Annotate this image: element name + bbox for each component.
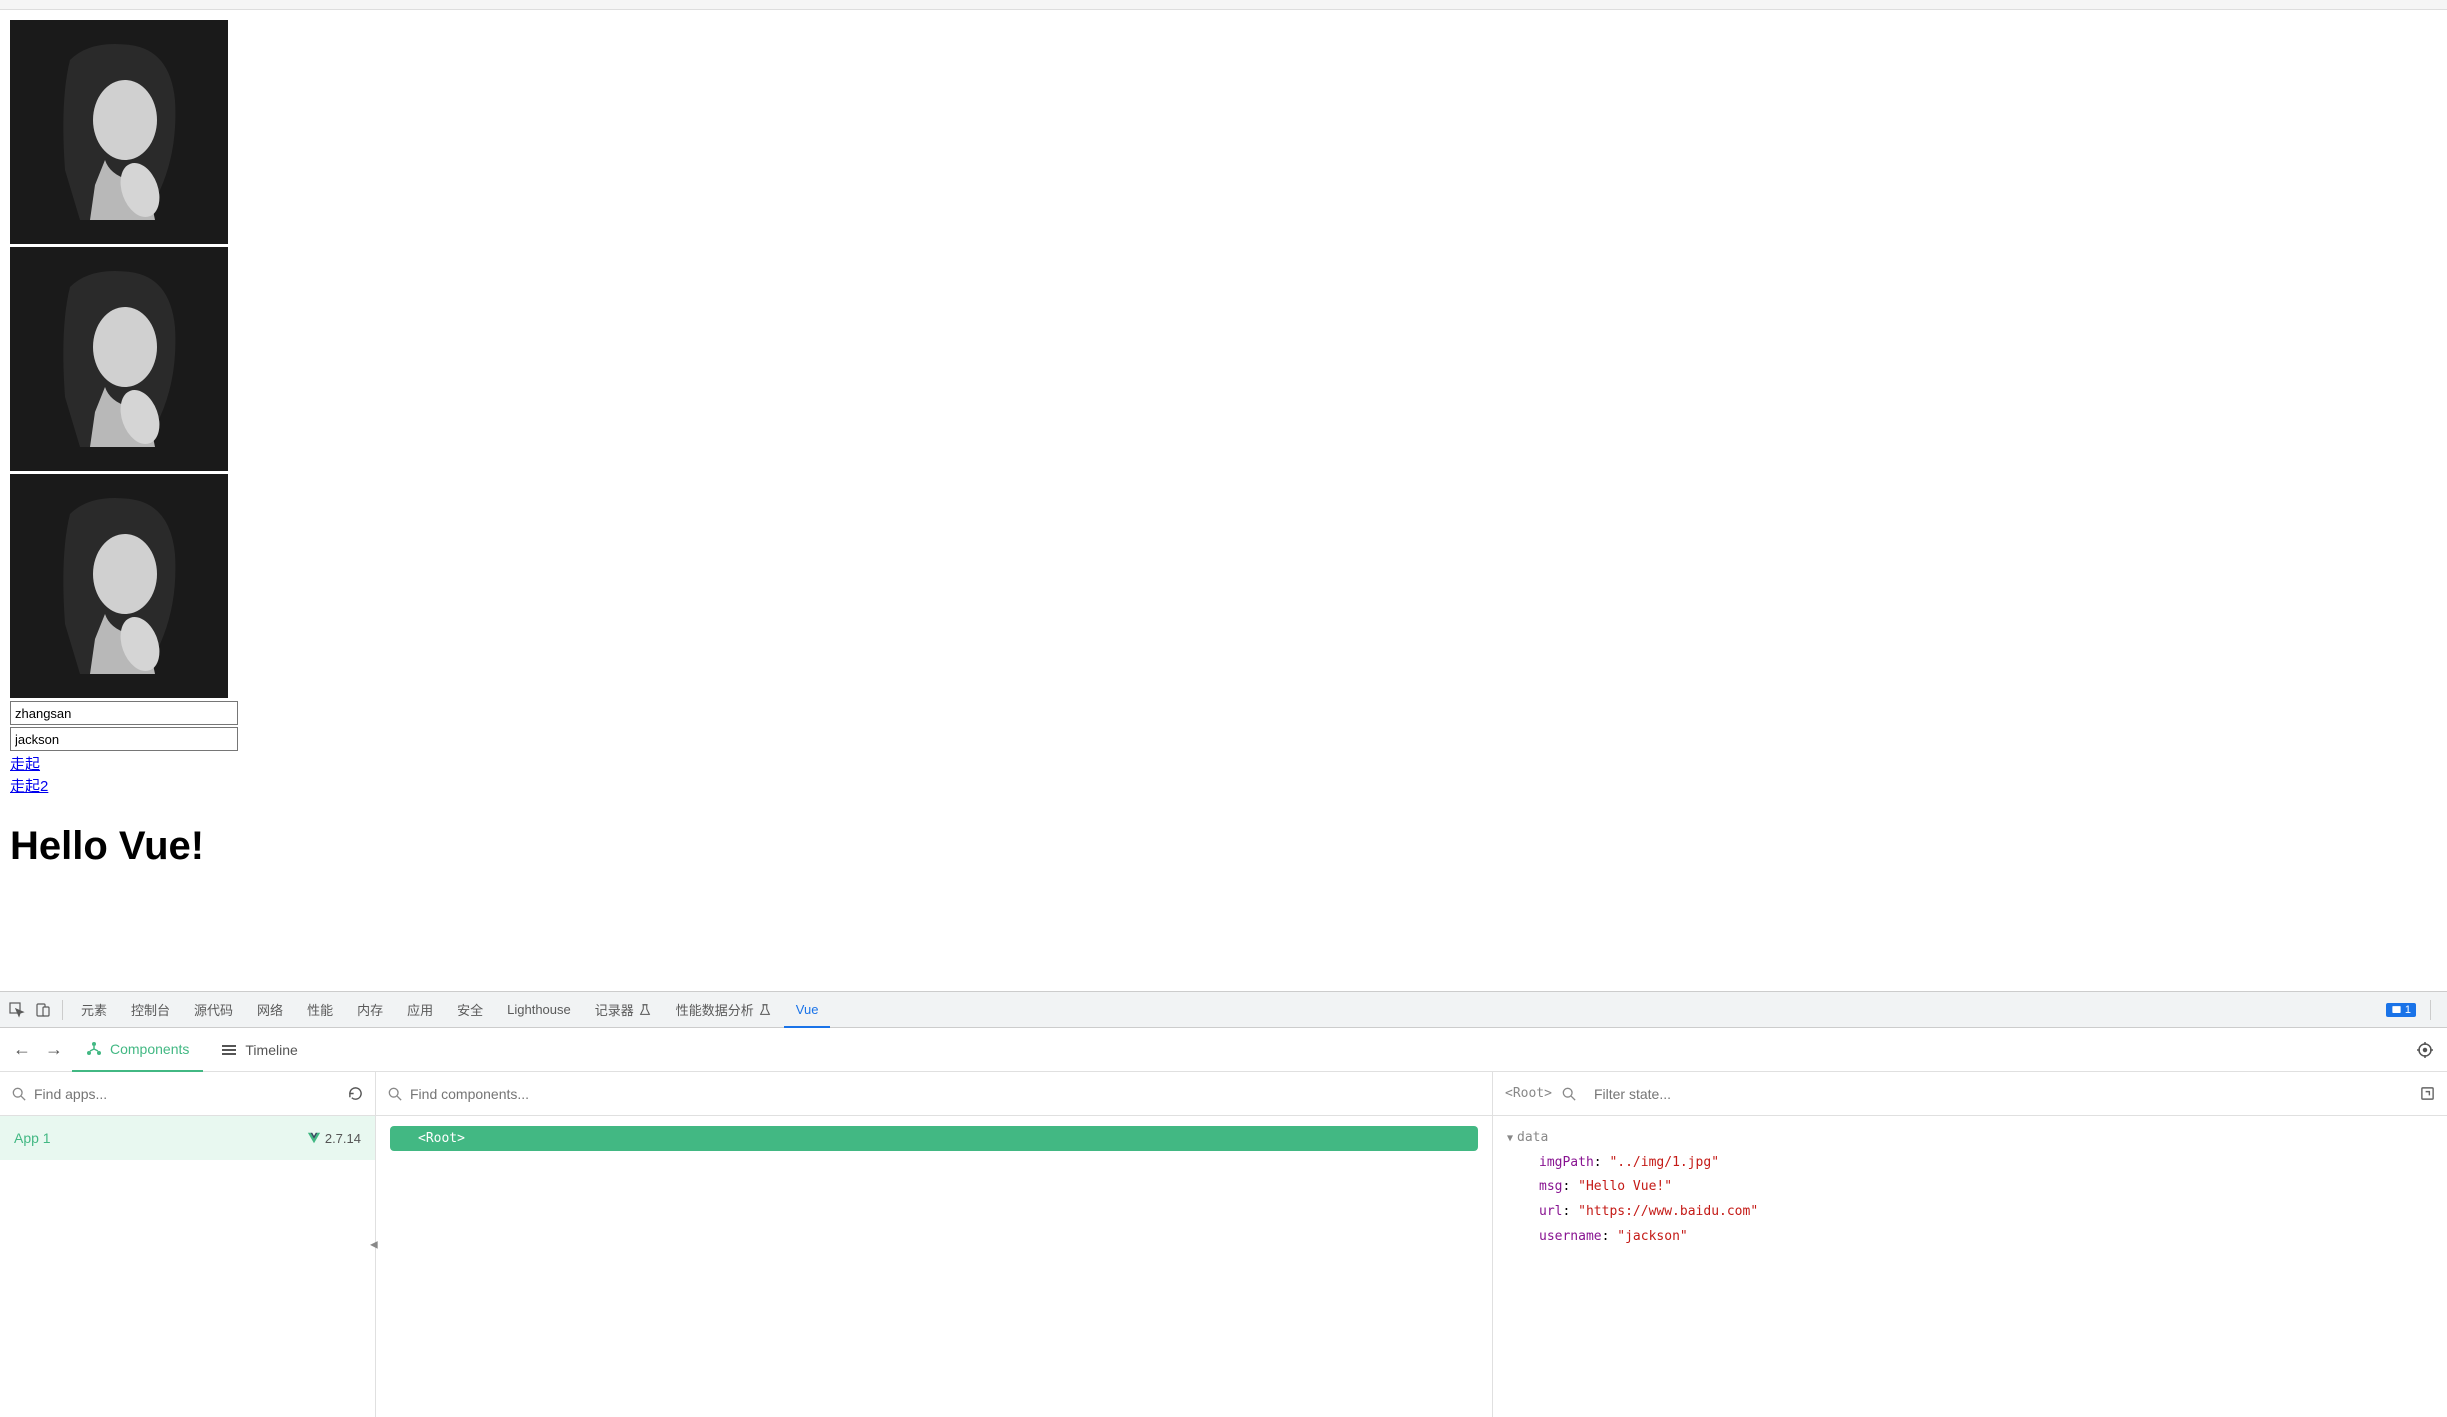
panel-collapse-handle[interactable]: ◀: [370, 1239, 378, 1250]
tab-application[interactable]: 应用: [395, 992, 445, 1028]
nav-forward-button[interactable]: →: [40, 1036, 68, 1064]
expand-icon[interactable]: [2420, 1086, 2435, 1101]
vue-state-panel: <Root> ▼ data imgPath: "../img/1.jpg" ms…: [1493, 1072, 2447, 1417]
components-search-input[interactable]: [410, 1086, 1480, 1102]
state-filter-input[interactable]: [1594, 1086, 2410, 1102]
link-2[interactable]: 走起2: [10, 775, 48, 796]
tab-performance-insights-label: 性能数据分析: [676, 1000, 754, 1019]
timeline-icon: [221, 1042, 237, 1058]
tab-recorder[interactable]: 记录器: [583, 992, 664, 1028]
component-tree: <Root>: [376, 1116, 1492, 1161]
state-row-username[interactable]: username: "jackson": [1507, 1225, 2433, 1250]
separator: [2430, 1000, 2431, 1020]
state-value: "jackson": [1617, 1229, 1687, 1244]
vue-devtools-subtabs: ← → Components Timeline: [0, 1028, 2447, 1072]
tab-performance-insights[interactable]: 性能数据分析: [664, 992, 784, 1028]
state-key: username: [1539, 1229, 1602, 1244]
app-list-item[interactable]: App 1 2.7.14: [0, 1116, 375, 1160]
component-node-root[interactable]: <Root>: [390, 1126, 1478, 1151]
vue-version-text: 2.7.14: [325, 1131, 361, 1146]
content-image-2: [10, 247, 228, 471]
content-image-3: [10, 474, 228, 698]
state-value: "../img/1.jpg": [1609, 1155, 1719, 1170]
vue-logo-icon: [307, 1131, 321, 1145]
apps-search-row: [0, 1072, 375, 1116]
search-icon: [12, 1087, 26, 1101]
search-icon: [388, 1087, 402, 1101]
tab-vue[interactable]: Vue: [784, 992, 831, 1028]
subtab-timeline-label: Timeline: [245, 1042, 297, 1058]
state-row-url[interactable]: url: "https://www.baidu.com": [1507, 1200, 2433, 1225]
tab-sources[interactable]: 源代码: [182, 992, 245, 1028]
text-input-1[interactable]: [10, 701, 238, 725]
state-data-section[interactable]: ▼ data: [1507, 1126, 2433, 1151]
apps-search-input[interactable]: [34, 1086, 348, 1102]
search-icon: [1562, 1087, 1576, 1101]
data-section-label: data: [1517, 1126, 1548, 1151]
state-root-breadcrumb: <Root>: [1505, 1086, 1552, 1101]
page-heading: Hello Vue!: [10, 824, 2437, 869]
state-value: "https://www.baidu.com": [1578, 1204, 1758, 1219]
tab-security[interactable]: 安全: [445, 992, 495, 1028]
subtab-timeline[interactable]: Timeline: [207, 1028, 311, 1072]
text-input-2[interactable]: [10, 727, 238, 751]
refresh-icon[interactable]: [348, 1086, 363, 1101]
state-row-imgpath[interactable]: imgPath: "../img/1.jpg": [1507, 1151, 2433, 1176]
components-icon: [86, 1041, 102, 1057]
devtools-panel: 元素 控制台 源代码 网络 性能 内存 应用 安全 Lighthouse 记录器…: [0, 991, 2447, 1417]
device-toggle-icon[interactable]: [30, 997, 56, 1023]
state-row-msg[interactable]: msg: "Hello Vue!": [1507, 1175, 2433, 1200]
devtools-right-controls: 1: [2386, 1000, 2443, 1020]
flask-icon: [758, 1003, 772, 1017]
caret-down-icon: ▼: [1507, 1129, 1513, 1148]
tab-performance[interactable]: 性能: [295, 992, 345, 1028]
page-viewport: 走起 走起2 Hello Vue!: [0, 10, 2447, 991]
flask-icon: [638, 1003, 652, 1017]
state-key: msg: [1539, 1179, 1562, 1194]
vue-components-panel: ◀ <Root>: [376, 1072, 1493, 1417]
link-1[interactable]: 走起: [10, 753, 40, 774]
vue-devtools-body: App 1 2.7.14 ◀ <Root> <Root>: [0, 1072, 2447, 1417]
separator: [62, 1000, 63, 1020]
tab-recorder-label: 记录器: [595, 1000, 634, 1019]
devtools-tab-bar: 元素 控制台 源代码 网络 性能 内存 应用 安全 Lighthouse 记录器…: [0, 992, 2447, 1028]
issues-count: 1: [2405, 1004, 2411, 1016]
inspect-element-icon[interactable]: [4, 997, 30, 1023]
subtab-components[interactable]: Components: [72, 1028, 203, 1072]
vue-apps-panel: App 1 2.7.14: [0, 1072, 376, 1417]
state-value: "Hello Vue!": [1578, 1179, 1672, 1194]
content-image-1: [10, 20, 228, 244]
tab-elements[interactable]: 元素: [69, 992, 119, 1028]
tab-lighthouse[interactable]: Lighthouse: [495, 992, 583, 1028]
state-body: ▼ data imgPath: "../img/1.jpg" msg: "Hel…: [1493, 1116, 2447, 1259]
app-name-label: App 1: [14, 1130, 51, 1146]
issues-icon: [2391, 1004, 2402, 1015]
subtab-components-label: Components: [110, 1041, 189, 1057]
target-icon: [2416, 1041, 2434, 1059]
state-panel-header: <Root>: [1493, 1072, 2447, 1116]
select-component-button[interactable]: [2411, 1036, 2439, 1064]
components-search-row: [376, 1072, 1492, 1116]
nav-back-button[interactable]: ←: [8, 1036, 36, 1064]
browser-address-bar: [0, 0, 2447, 10]
tab-network[interactable]: 网络: [245, 992, 295, 1028]
app-version: 2.7.14: [307, 1131, 361, 1146]
issues-badge[interactable]: 1: [2386, 1003, 2416, 1017]
tab-memory[interactable]: 内存: [345, 992, 395, 1028]
tab-console[interactable]: 控制台: [119, 992, 182, 1028]
state-key: imgPath: [1539, 1155, 1594, 1170]
state-key: url: [1539, 1204, 1562, 1219]
